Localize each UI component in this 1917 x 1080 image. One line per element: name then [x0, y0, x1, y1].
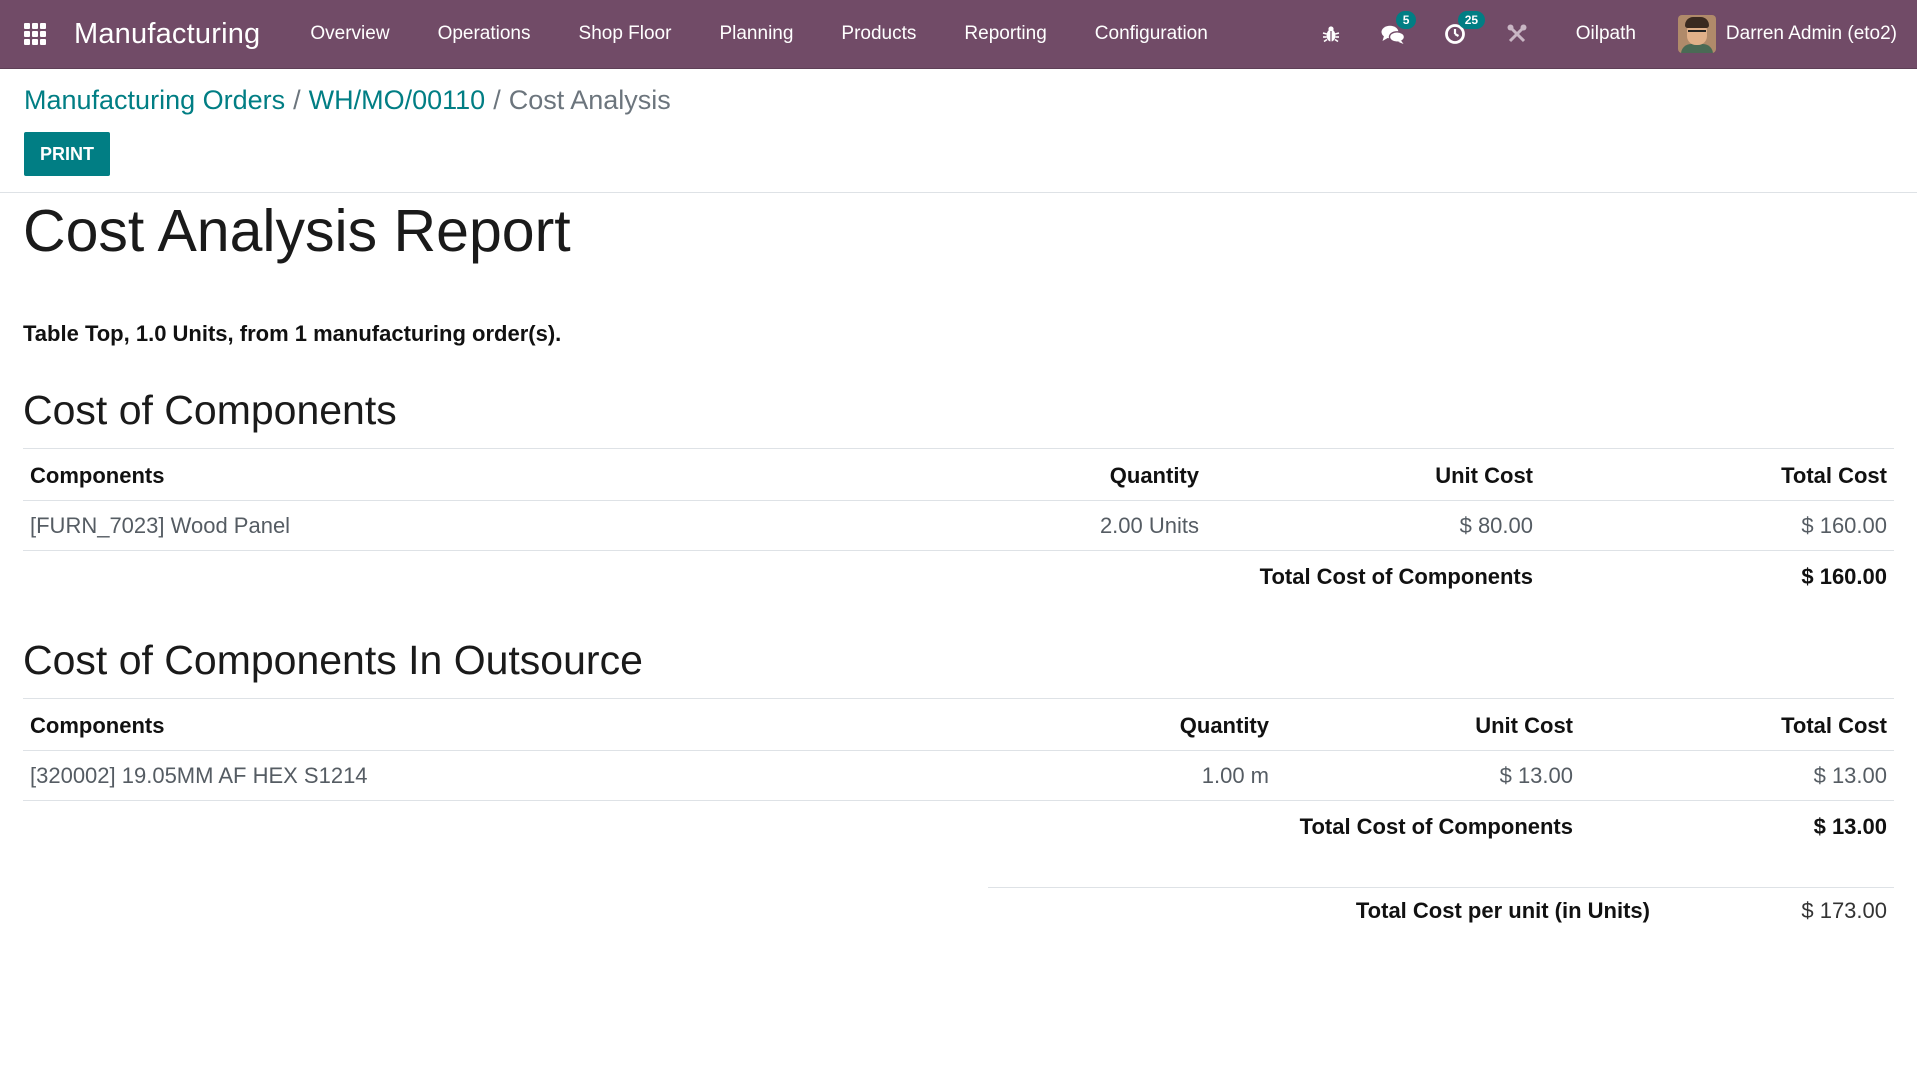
component-name: [FURN_7023] Wood Panel [23, 500, 1012, 551]
component-unit-cost: $ 13.00 [1276, 750, 1580, 801]
col-unit-cost: Unit Cost [1206, 448, 1540, 501]
total-row: Total Cost of Components $ 13.00 [23, 801, 1894, 852]
company-switcher[interactable]: Oilpath [1576, 23, 1636, 45]
menu-overview[interactable]: Overview [286, 23, 413, 45]
components-table: Components Quantity Unit Cost Total Cost… [23, 448, 1894, 601]
col-components: Components [23, 698, 1082, 751]
total-row: Total Cost of Components $ 160.00 [23, 551, 1894, 602]
total-value: $ 160.00 [1801, 564, 1887, 589]
col-unit-cost: Unit Cost [1276, 698, 1580, 751]
user-name: Darren Admin (eto2) [1725, 23, 1897, 44]
total-value: $ 13.00 [1813, 814, 1887, 839]
breadcrumb-current: Cost Analysis [508, 85, 671, 115]
report-summary: Table Top, 1.0 Units, from 1 manufacturi… [23, 321, 1894, 347]
table-row: [FURN_7023] Wood Panel 2.00 Units $ 80.0… [23, 500, 1894, 551]
user-menu[interactable]: Darren Admin (eto2) [1677, 15, 1897, 53]
grand-total-label: Total Cost per unit (in Units) [1355, 898, 1650, 923]
col-total-cost: Total Cost [1580, 698, 1894, 751]
menu-operations[interactable]: Operations [414, 23, 555, 45]
menu-configuration[interactable]: Configuration [1071, 23, 1232, 45]
col-components: Components [23, 448, 1012, 501]
breadcrumb-order[interactable]: WH/MO/00110 [309, 85, 486, 116]
apps-grid-icon[interactable] [24, 22, 48, 46]
breadcrumb-manufacturing-orders[interactable]: Manufacturing Orders [24, 85, 285, 116]
summary-product: Table Top [23, 321, 124, 346]
section-title-outsource: Cost of Components In Outsource [23, 637, 643, 683]
table-header-row: Components Quantity Unit Cost Total Cost [23, 698, 1894, 751]
section-title-components: Cost of Components [23, 387, 397, 433]
component-name: [320002] 19.05MM AF HEX S1214 [23, 750, 1082, 801]
chat-icon[interactable]: 5 [1376, 11, 1417, 51]
app-name[interactable]: Manufacturing [74, 18, 260, 51]
table-header-row: Components Quantity Unit Cost Total Cost [23, 448, 1894, 501]
component-total-cost: $ 160.00 [1540, 500, 1894, 551]
component-quantity: 2.00 Units [1012, 500, 1206, 551]
page-title: Cost Analysis Report [23, 198, 571, 264]
breadcrumb-separator: / [493, 85, 501, 115]
main-menu: Overview Operations Shop Floor Planning … [286, 23, 1231, 45]
grand-total-value: $ 173.00 [1801, 898, 1887, 923]
top-navbar: Manufacturing Overview Operations Shop F… [0, 0, 1917, 69]
report: Cost Analysis Report Table Top, 1.0 Unit… [0, 197, 1917, 924]
messages-count-badge: 5 [1395, 11, 1417, 29]
systray: 5 25 Oilpath Darren Admin (eto2) [1300, 0, 1917, 68]
menu-shop-floor[interactable]: Shop Floor [555, 23, 696, 45]
breadcrumb: Manufacturing Orders / WH/MO/00110 / Cos… [24, 85, 1893, 116]
table-row: [320002] 19.05MM AF HEX S1214 1.00 m $ 1… [23, 750, 1894, 801]
menu-products[interactable]: Products [817, 23, 940, 45]
col-quantity: Quantity [1082, 698, 1276, 751]
clock-icon[interactable]: 25 [1438, 11, 1486, 51]
menu-reporting[interactable]: Reporting [940, 23, 1070, 45]
col-total-cost: Total Cost [1540, 448, 1894, 501]
bug-icon[interactable] [1314, 17, 1348, 51]
outsource-table: Components Quantity Unit Cost Total Cost… [23, 698, 1894, 851]
menu-planning[interactable]: Planning [695, 23, 817, 45]
print-button[interactable]: PRINT [24, 132, 110, 176]
component-total-cost: $ 13.00 [1580, 750, 1894, 801]
grand-total: Total Cost per unit (in Units) $ 173.00 [988, 887, 1894, 924]
summary-details: , 1.0 Units, from 1 manufacturing order(… [123, 321, 562, 346]
breadcrumb-separator: / [293, 85, 301, 115]
component-unit-cost: $ 80.00 [1206, 500, 1540, 551]
total-label: Total Cost of Components [1259, 564, 1533, 589]
component-quantity: 1.00 m [1082, 750, 1276, 801]
control-panel: Manufacturing Orders / WH/MO/00110 / Cos… [0, 69, 1917, 193]
total-label: Total Cost of Components [1299, 814, 1573, 839]
col-quantity: Quantity [1012, 448, 1206, 501]
activities-count-badge: 25 [1457, 11, 1486, 29]
tools-icon[interactable] [1500, 17, 1534, 51]
avatar [1677, 15, 1716, 53]
